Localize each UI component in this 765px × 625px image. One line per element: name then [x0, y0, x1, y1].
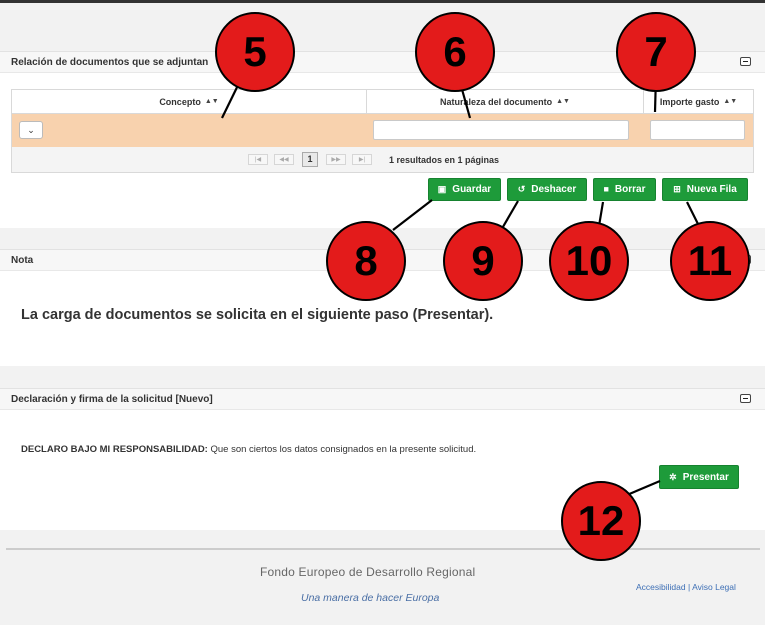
column-header-concepto[interactable]: Concepto ▲▼	[12, 90, 367, 113]
gear-icon: ✲	[669, 471, 677, 482]
save-label: Guardar	[452, 184, 492, 195]
undo-icon: ↺	[517, 184, 526, 194]
footer-links: Accesibilidad | Aviso Legal	[636, 582, 736, 592]
prev-page-icon[interactable]: ◀◀	[274, 154, 294, 165]
documents-grid: Concepto ▲▼ Naturaleza del documento ▲▼ Im…	[11, 89, 754, 173]
sort-icon: ▲▼	[556, 98, 570, 105]
column-label: Naturaleza del documento	[440, 96, 553, 107]
delete-button[interactable]: ■ Borrar	[593, 178, 656, 201]
documents-panel-title: Relación de documentos que se adjuntan	[11, 57, 209, 68]
top-bar	[0, 0, 765, 3]
last-page-icon[interactable]: ▶|	[352, 154, 372, 165]
marker-11: 11	[670, 221, 750, 301]
marker-10: 10	[549, 221, 629, 301]
column-label: Importe gasto	[659, 96, 720, 107]
concepto-select[interactable]: ⌄	[19, 121, 43, 139]
floppy-icon: ▣	[437, 184, 447, 194]
marker-9: 9	[443, 221, 523, 301]
trash-icon: ■	[603, 184, 609, 194]
declaration-text: DECLARO BAJO MI RESPONSABILIDAD: Que son…	[21, 444, 476, 455]
note-panel-title: Nota	[11, 255, 34, 266]
pager-info: 1 resultados en 1 páginas	[389, 155, 500, 165]
delete-label: Borrar	[614, 184, 646, 195]
declaration-panel-header: Declaración y firma de la solicitud [Nue…	[0, 388, 765, 410]
sort-icon: ▲▼	[204, 98, 219, 105]
sort-icon: ▲▼	[723, 98, 738, 105]
footer-motto: Una manera de hacer Europa	[301, 592, 440, 604]
column-label: Concepto	[159, 96, 201, 107]
undo-label: Deshacer	[531, 184, 577, 195]
marker-12: 12	[561, 481, 641, 561]
note-text: La carga de documentos se solicita en el…	[21, 307, 494, 323]
declaration-body: Que son ciertos los datos consignados en…	[207, 444, 477, 455]
grid-header: Concepto ▲▼ Naturaleza del documento ▲▼ Im…	[12, 90, 753, 114]
undo-button[interactable]: ↺ Deshacer	[507, 178, 587, 201]
footer-divider	[6, 548, 760, 550]
footer-fund: Fondo Europeo de Desarrollo Regional	[260, 565, 476, 579]
current-page-button[interactable]: 1	[302, 152, 318, 167]
save-button[interactable]: ▣ Guardar	[428, 178, 501, 201]
marker-7: 7	[616, 12, 696, 92]
column-header-naturaleza[interactable]: Naturaleza del documento ▲▼	[367, 90, 644, 113]
next-page-icon[interactable]: ▶▶	[326, 154, 346, 165]
declaration-label: DECLARO BAJO MI RESPONSABILIDAD:	[21, 444, 208, 455]
submit-button[interactable]: ✲ Presentar	[659, 465, 739, 489]
naturaleza-input[interactable]	[373, 120, 629, 140]
first-page-icon[interactable]: |◀	[248, 154, 268, 165]
marker-8: 8	[326, 221, 406, 301]
declaration-panel: Declaración y firma de la solicitud [Nue…	[0, 388, 765, 530]
plus-icon: ⊞	[673, 184, 681, 194]
marker-5: 5	[215, 12, 295, 92]
legal-link[interactable]: Aviso Legal	[692, 582, 736, 592]
marker-6: 6	[415, 12, 495, 92]
new-row-button[interactable]: ⊞ Nueva Fila	[662, 178, 748, 201]
chevron-down-icon: ⌄	[27, 125, 35, 135]
column-header-importe[interactable]: Importe gasto ▲▼	[644, 90, 753, 113]
collapse-icon[interactable]	[740, 394, 751, 403]
importe-input[interactable]	[650, 120, 745, 140]
submit-label: Presentar	[682, 471, 729, 483]
collapse-icon[interactable]	[740, 57, 751, 66]
accessibility-link[interactable]: Accesibilidad	[636, 582, 686, 592]
new-row-label: Nueva Fila	[686, 184, 737, 195]
table-row[interactable]: ⌄	[12, 114, 753, 147]
declaration-panel-title: Declaración y firma de la solicitud [Nue…	[11, 394, 213, 405]
pager: |◀ ◀◀ 1 ▶▶ ▶| 1 resultados en 1 páginas	[12, 147, 753, 172]
